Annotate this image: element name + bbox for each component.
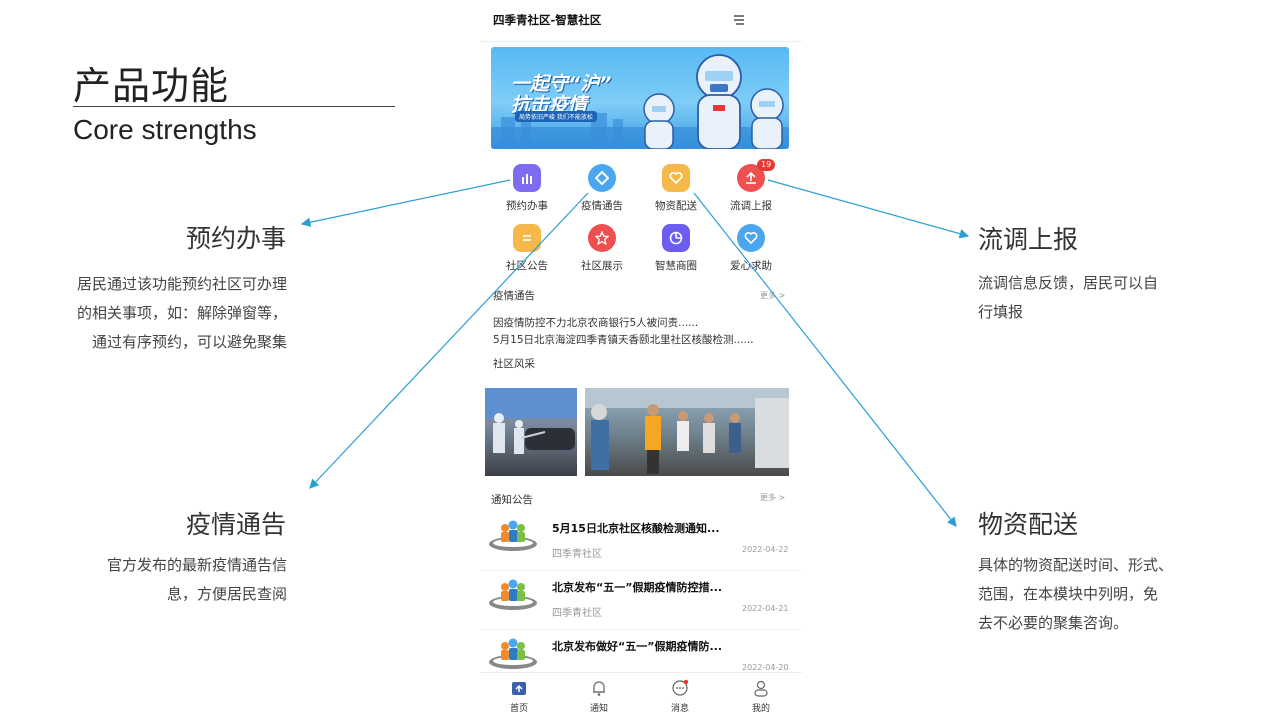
tab-notify[interactable]: 通知 bbox=[574, 679, 624, 714]
photo-scene bbox=[585, 388, 789, 474]
medic-figure bbox=[643, 93, 675, 149]
bar-chart-icon bbox=[513, 164, 541, 192]
community-photo[interactable] bbox=[585, 388, 789, 476]
grid-item-help[interactable]: 爱心求助 bbox=[716, 224, 786, 273]
tab-label: 首页 bbox=[509, 704, 528, 714]
grid-item-epidemic[interactable]: 疫情通告 bbox=[567, 164, 637, 213]
community-logo-icon bbox=[489, 579, 537, 610]
community-photo[interactable] bbox=[485, 388, 577, 476]
notice-date: 2022-04-21 bbox=[742, 604, 789, 613]
tab-label: 通知 bbox=[589, 704, 608, 714]
grid-label: 社区展示 bbox=[581, 260, 623, 272]
desc-line: 去不必要的聚集咨询。 bbox=[978, 614, 1129, 632]
grid-label: 爱心求助 bbox=[730, 260, 772, 272]
more-label: 更多 bbox=[760, 291, 776, 300]
menu-icon[interactable] bbox=[732, 13, 746, 27]
heart-icon bbox=[662, 164, 690, 192]
grid-label: 流调上报 bbox=[730, 200, 772, 212]
more-link[interactable]: 更多 > bbox=[760, 492, 785, 503]
desc-line: 范围，在本模块中列明，免 bbox=[978, 585, 1159, 603]
slide-subtitle: Core strengths bbox=[73, 114, 257, 145]
more-label: 更多 bbox=[760, 493, 776, 502]
tab-label: 消息 bbox=[670, 704, 689, 714]
notice-title: 北京发布“五一”假期疫情防控措... bbox=[552, 581, 722, 594]
notification-badge: 19 bbox=[757, 159, 776, 171]
notice-date: 2022-04-20 bbox=[742, 663, 789, 672]
grid-item-mall[interactable]: 智慧商圈 bbox=[641, 224, 711, 273]
feature-desc-booking: 居民通过该功能预约社区可办理 的相关事项，如：解除弹窗等， 通过有序预约，可以避… bbox=[40, 270, 287, 357]
desc-line: 的相关事项，如：解除弹窗等， bbox=[76, 304, 287, 322]
section-title-notice: 通知公告 bbox=[491, 494, 533, 506]
grid-item-report[interactable]: 19 流调上报 bbox=[716, 159, 786, 213]
desc-line: 具体的物资配送时间、形式、 bbox=[978, 556, 1174, 574]
grid-label: 社区公告 bbox=[506, 260, 548, 272]
notice-title: 北京发布做好“五一”假期疫情防... bbox=[552, 640, 722, 653]
upload-icon: 19 bbox=[737, 159, 776, 192]
star-icon bbox=[588, 224, 616, 252]
tab-home[interactable]: 首页 bbox=[494, 679, 544, 714]
notice-row[interactable]: 北京发布“五一”假期疫情防控措... 四季青社区 2022-04-21 bbox=[480, 571, 802, 630]
user-icon bbox=[754, 680, 768, 697]
grid-label: 预约办事 bbox=[506, 200, 548, 212]
desc-line: 息，方便居民查阅 bbox=[166, 585, 287, 603]
medic-figure bbox=[696, 54, 742, 149]
grid-item-delivery[interactable]: 物资配送 bbox=[641, 164, 711, 213]
document-icon bbox=[513, 224, 541, 252]
section-title-epidemic: 疫情通告 bbox=[493, 290, 535, 302]
grid-label: 物资配送 bbox=[655, 200, 697, 212]
chat-icon bbox=[672, 679, 689, 696]
bell-icon bbox=[593, 681, 605, 696]
diamond-icon bbox=[588, 164, 616, 192]
banner-tagline: 局势依旧严峻 我们不能放松 bbox=[515, 111, 597, 122]
photo-scene bbox=[485, 388, 577, 454]
desc-line: 官方发布的最新疫情通告信 bbox=[106, 556, 287, 574]
grid-label: 智慧商圈 bbox=[655, 260, 697, 272]
feature-title-delivery: 物资配送 bbox=[978, 510, 1079, 539]
more-link[interactable]: 更多 > bbox=[760, 290, 785, 301]
grid-item-booking[interactable]: 预约办事 bbox=[492, 164, 562, 213]
grid-label: 疫情通告 bbox=[581, 200, 623, 212]
home-icon bbox=[512, 682, 526, 695]
notice-row[interactable]: 5月15日北京社区核酸检测通知... 四季青社区 2022-04-22 bbox=[480, 512, 802, 571]
community-logo-icon bbox=[489, 520, 537, 551]
feature-desc-report: 流调信息反馈，居民可以自 行填报 bbox=[978, 269, 1208, 327]
desc-line: 居民通过该功能预约社区可办理 bbox=[76, 275, 287, 293]
title-divider bbox=[73, 106, 395, 107]
feature-title-booking: 预约办事 bbox=[186, 224, 287, 253]
desc-line: 行填报 bbox=[978, 303, 1024, 321]
app-header: 四季青社区-智慧社区 bbox=[480, 0, 802, 42]
community-logo-icon bbox=[489, 638, 537, 669]
feature-desc-epidemic: 官方发布的最新疫情通告信 息，方便居民查阅 bbox=[40, 551, 287, 609]
section-title-community: 社区风采 bbox=[493, 358, 535, 370]
feature-desc-delivery: 具体的物资配送时间、形式、 范围，在本模块中列明，免 去不必要的聚集咨询。 bbox=[978, 551, 1218, 638]
news-item[interactable]: 因疫情防控不力北京农商银行5人被问责...... bbox=[493, 315, 698, 330]
notice-source: 四季青社区 bbox=[552, 608, 602, 619]
notice-date: 2022-04-22 bbox=[742, 545, 789, 554]
notice-title: 5月15日北京社区核酸检测通知... bbox=[552, 522, 720, 535]
medic-figure bbox=[750, 88, 784, 149]
notice-source: 四季青社区 bbox=[552, 549, 602, 560]
feature-title-epidemic: 疫情通告 bbox=[186, 510, 287, 539]
tab-me[interactable]: 我的 bbox=[736, 679, 786, 714]
pie-chart-icon bbox=[662, 224, 690, 252]
promo-banner[interactable]: 一起守“沪” 抗击疫情 局势依旧严峻 我们不能放松 bbox=[491, 47, 789, 149]
news-item[interactable]: 5月15日北京海淀四季青镇天香颐北里社区核酸检测...... bbox=[493, 332, 754, 347]
bottom-tabbar: 首页 通知 消息 我的 bbox=[480, 672, 802, 720]
desc-line: 流调信息反馈，居民可以自 bbox=[978, 274, 1159, 292]
slide-title: 产品功能 bbox=[73, 64, 230, 108]
tab-label: 我的 bbox=[751, 704, 770, 714]
heart-icon bbox=[737, 224, 765, 252]
phone-screen: 四季青社区-智慧社区 一起守“沪” 抗击疫情 局势依旧严峻 我们不能放松 预约办… bbox=[480, 0, 802, 720]
grid-item-showcase[interactable]: 社区展示 bbox=[567, 224, 637, 273]
app-title: 四季青社区-智慧社区 bbox=[493, 13, 602, 27]
feature-title-report: 流调上报 bbox=[978, 225, 1079, 254]
desc-line: 通过有序预约，可以避免聚集 bbox=[91, 333, 287, 351]
tab-messages[interactable]: 消息 bbox=[655, 679, 705, 714]
arrow-booking bbox=[300, 179, 511, 227]
grid-item-notice[interactable]: 社区公告 bbox=[492, 224, 562, 273]
